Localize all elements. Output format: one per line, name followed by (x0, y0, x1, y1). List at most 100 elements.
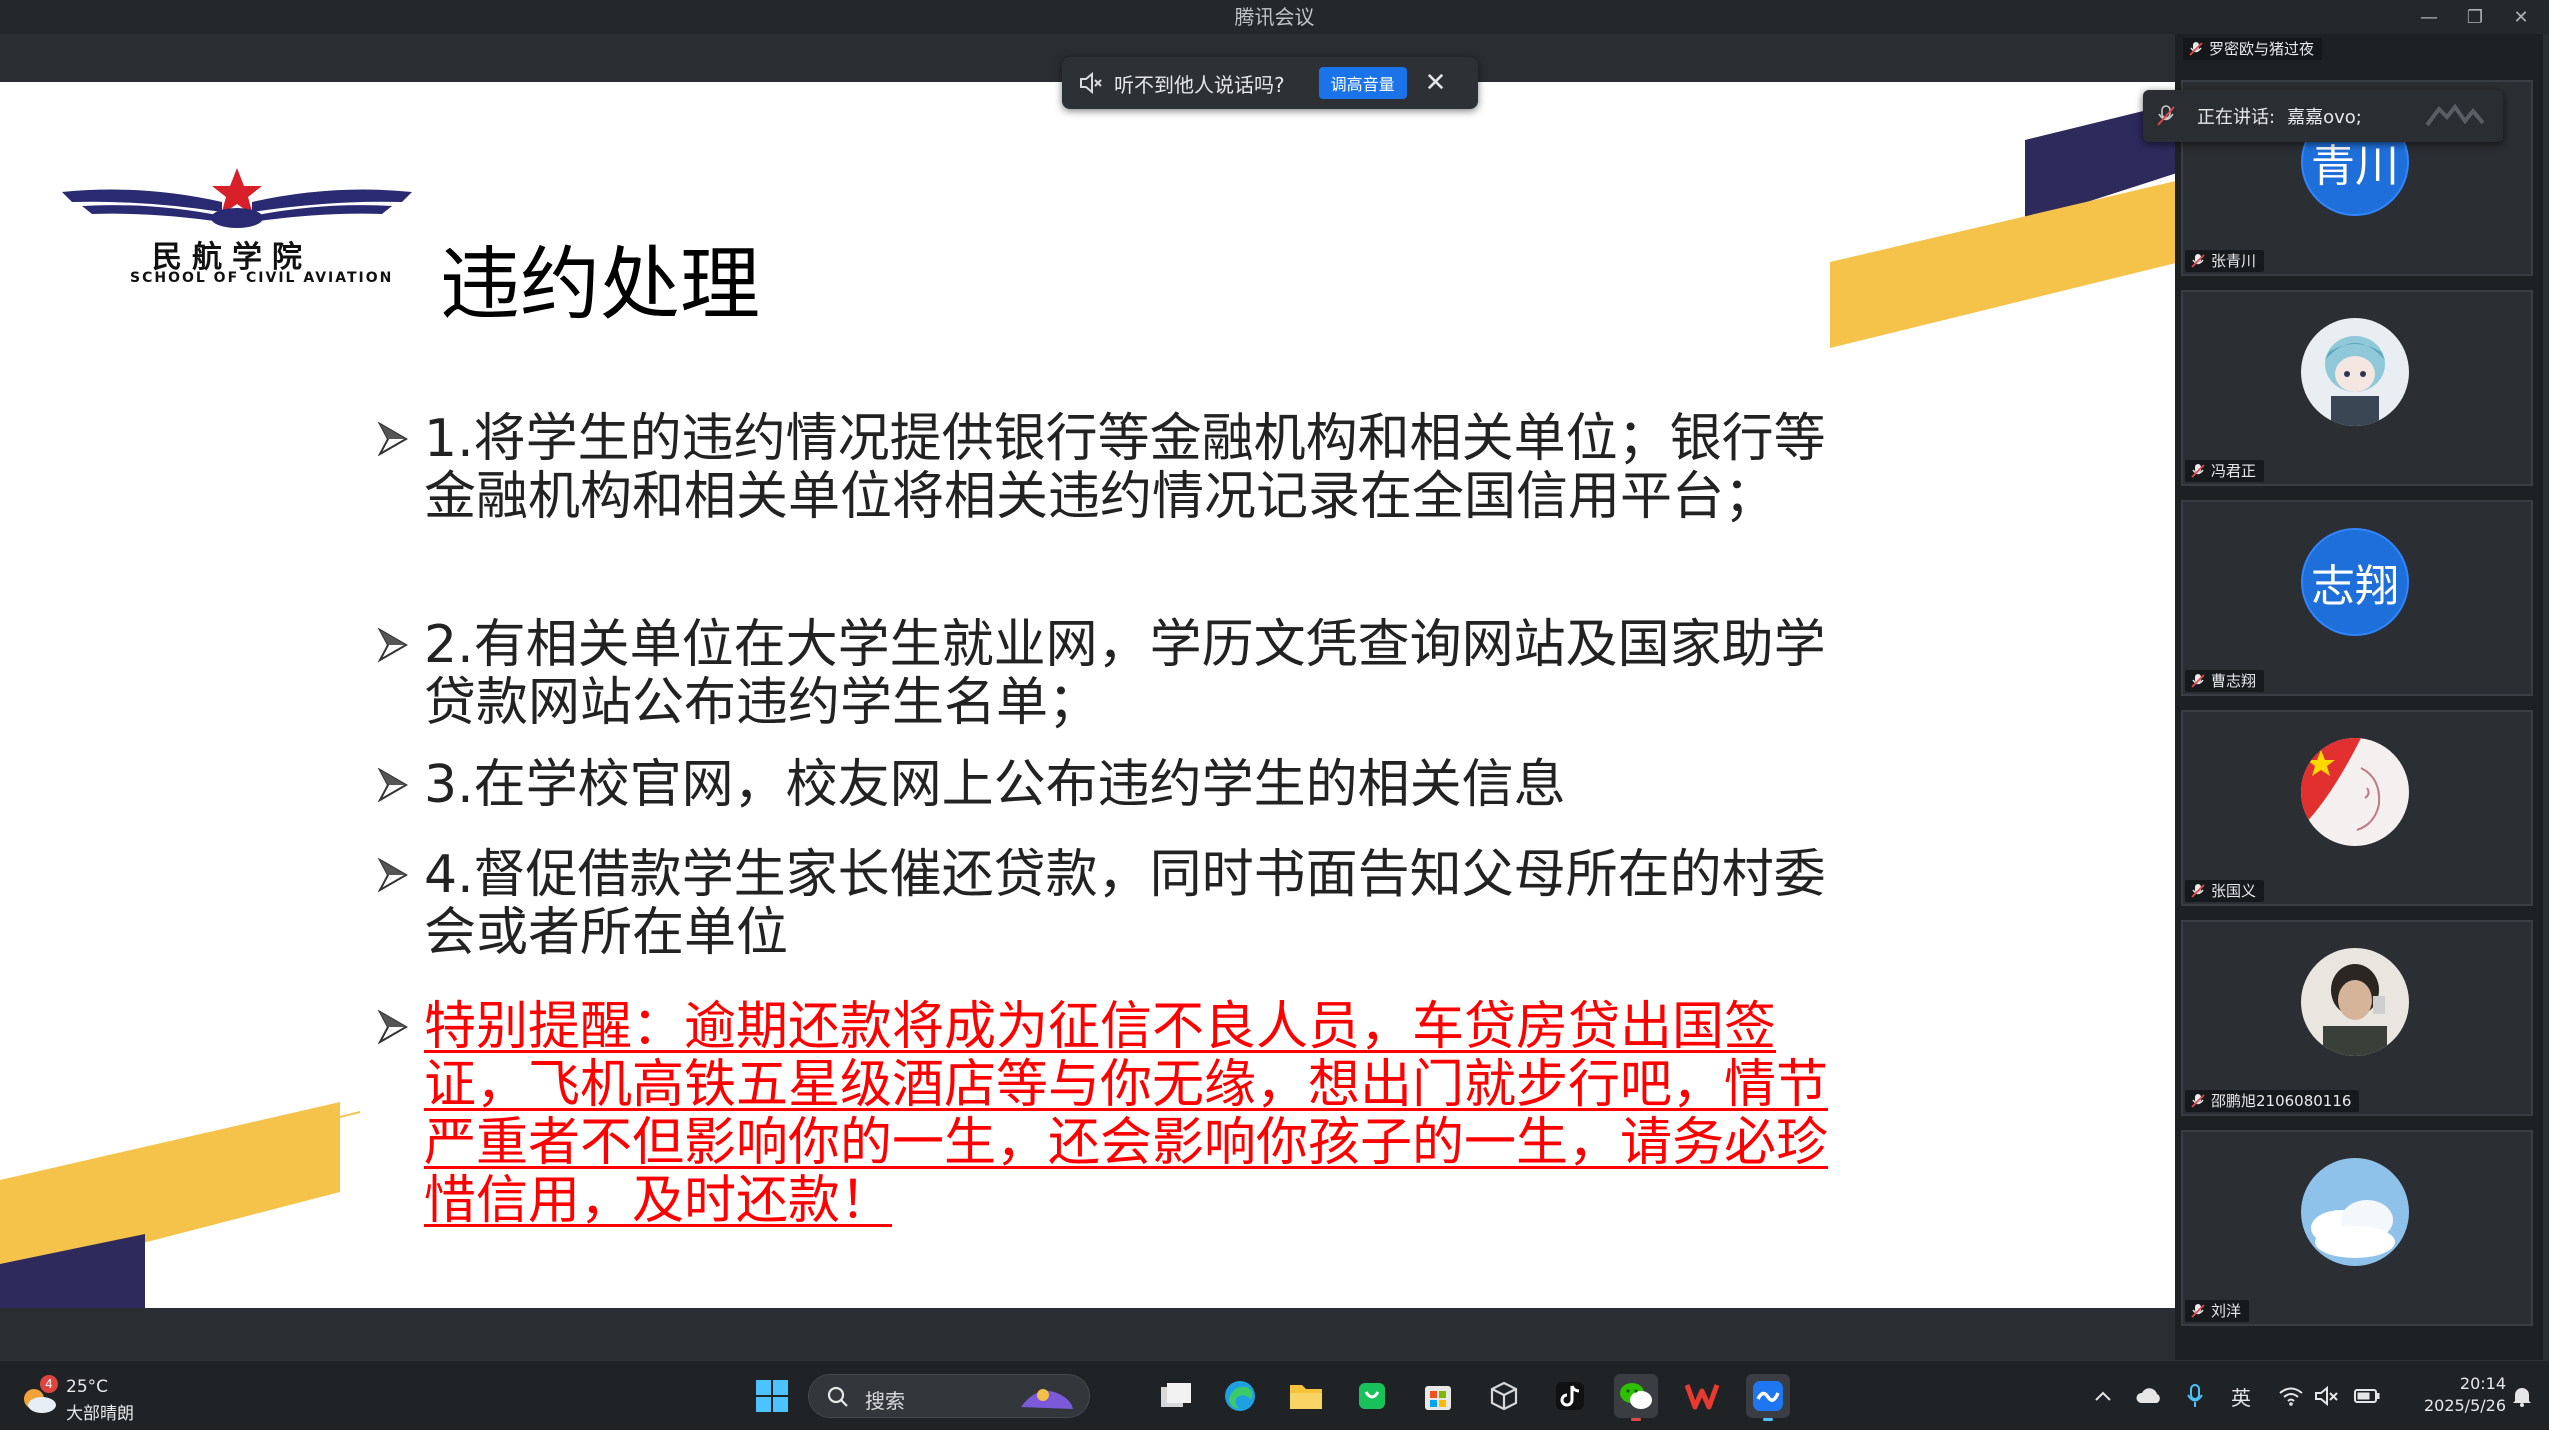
wechat-icon (1620, 1383, 1652, 1409)
participant-name: 刘洋 (2185, 1300, 2250, 1322)
bullet-item: 2.有相关单位在大学生就业网，学历文凭查询网站及国家助学贷款网站公布违约学生名单… (378, 616, 1858, 732)
taskbar-file-explorer[interactable] (1284, 1374, 1328, 1418)
start-button[interactable] (750, 1374, 794, 1418)
input-method-indicator[interactable]: 英 (2226, 1381, 2256, 1411)
bullet-arrow-icon (378, 767, 408, 803)
window-titlebar: 腾讯会议 — ❐ ✕ (0, 0, 2549, 34)
panel-scrollbar[interactable] (2543, 34, 2549, 1360)
participant-tile[interactable]: 志翔 曹志翔 (2181, 500, 2533, 696)
bullet-text: 1.将学生的违约情况提供银行等金融机构和相关单位；银行等金融机构和相关单位将相关… (424, 409, 1826, 527)
participant-tile-partial[interactable]: 罗密欧与猪过夜 (2181, 34, 2533, 64)
tencent-meeting-icon (1753, 1381, 1783, 1411)
restore-button[interactable]: ❐ (2452, 0, 2498, 34)
cube-app-icon (1490, 1381, 1518, 1411)
slide-deco-bottom-left (0, 1102, 360, 1308)
microphone-icon (2187, 1384, 2203, 1407)
system-clock[interactable]: 20:14 2025/5/26 (2396, 1373, 2506, 1417)
cloud-icon (2136, 1388, 2160, 1403)
shared-slide: 民航学院 SCHOOL OF CIVIL AVIATION 违约处理 1.将学生… (0, 82, 2175, 1308)
windows-logo-icon (756, 1380, 788, 1412)
bullet-item: 4.督促借款学生家长催还贷款，同时书面告知父母所在的村委会或者所在单位 (378, 846, 1858, 962)
wings-star-icon (62, 168, 412, 228)
warning-text: 特别提醒：逾期还款将成为征信不良人员，车贷房贷出国签证，飞机高铁五星级酒店等与你… (424, 997, 1829, 1231)
battery-icon (2354, 1389, 2380, 1403)
mic-muted-icon (2189, 42, 2203, 56)
participant-tile[interactable]: 刘洋 (2181, 1130, 2533, 1326)
notice-text: 听不到他人说话吗? (1114, 72, 1285, 97)
speaker-mute-icon (1080, 71, 1102, 95)
warning-bullet: 特别提醒：逾期还款将成为征信不良人员，车贷房贷出国签证，飞机高铁五星级酒店等与你… (378, 998, 1858, 1230)
participant-name: 罗密欧与猪过夜 (2183, 38, 2323, 60)
taskbar-wechat[interactable] (1614, 1374, 1658, 1421)
wps-icon (1685, 1384, 1719, 1410)
search-icon (827, 1386, 848, 1407)
taskbar-search[interactable]: 搜索 (808, 1374, 1090, 1418)
participant-name: 张青川 (2185, 250, 2265, 272)
anime-avatar-icon (2301, 318, 2409, 426)
close-window-button[interactable]: ✕ (2498, 0, 2544, 34)
school-logo: 民航学院 SCHOOL OF CIVIL AVIATION (62, 162, 412, 292)
taskbar-tiktok[interactable] (1548, 1374, 1592, 1418)
logo-english-name: SCHOOL OF CIVIL AVIATION (130, 270, 394, 286)
speaking-label: 正在讲话: (2197, 107, 2276, 128)
weather-badge: 4 (40, 1375, 58, 1393)
edge-browser-icon (1225, 1381, 1255, 1411)
bullet-arrow-icon (378, 627, 408, 663)
participant-tile[interactable]: 冯君正 (2181, 290, 2533, 486)
battery-tray[interactable] (2352, 1381, 2382, 1411)
onedrive-tray[interactable] (2134, 1381, 2164, 1411)
meeting-bottom-strip (0, 1308, 2175, 1360)
task-view-button[interactable] (1154, 1374, 1198, 1418)
mic-muted-icon (2191, 1304, 2205, 1318)
taskbar-green-app[interactable] (1350, 1374, 1394, 1418)
wifi-tray[interactable] (2276, 1381, 2306, 1411)
window-title: 腾讯会议 (1234, 5, 1315, 29)
clock-date: 2025/5/26 (2423, 1396, 2506, 1415)
active-app-indicator (1763, 1418, 1773, 1421)
notification-center-button[interactable] (2508, 1381, 2536, 1411)
wifi-icon (2279, 1387, 2303, 1406)
bullet-text: 3.在学校官网，校友网上公布违约学生的相关信息 (424, 755, 1566, 815)
tiktok-icon (1556, 1382, 1584, 1410)
green-app-icon (1359, 1383, 1385, 1409)
bullet-arrow-icon (378, 421, 408, 457)
bullet-text: 4.督促借款学生家长催还贷款，同时书面告知父母所在的村委会或者所在单位 (424, 845, 1826, 963)
folder-icon (1290, 1385, 1322, 1409)
audio-wave-icon (2425, 103, 2485, 127)
sky-avatar-icon (2301, 1158, 2409, 1266)
raise-volume-button[interactable]: 调高音量 (1318, 67, 1407, 99)
clock-time: 20:14 (2459, 1374, 2506, 1393)
bullet-arrow-icon (378, 1009, 408, 1045)
weather-desc: 大部晴朗 (66, 1404, 134, 1424)
participant-name: 冯君正 (2185, 460, 2265, 482)
store-icon (1425, 1386, 1451, 1410)
search-placeholder: 搜索 (865, 1389, 905, 1413)
taskbar-cube-app[interactable] (1482, 1374, 1526, 1418)
close-notice-button[interactable]: ✕ (1425, 68, 1447, 98)
participant-tile[interactable]: 邵鹏旭2106080116 (2181, 920, 2533, 1116)
speaker-mute-icon (2315, 1386, 2338, 1406)
speaking-indicator: 正在讲话: 嘉嘉ovo; (2143, 90, 2503, 142)
show-hidden-icons-button[interactable] (2090, 1381, 2116, 1411)
microphone-tray[interactable] (2182, 1381, 2208, 1411)
bell-icon (2513, 1388, 2531, 1407)
taskbar-store[interactable] (1416, 1374, 1460, 1418)
taskbar-tencent-meeting[interactable] (1746, 1374, 1790, 1421)
participant-tile[interactable]: 张国义 (2181, 710, 2533, 906)
mic-muted-icon (2157, 105, 2175, 126)
chevron-up-icon (2095, 1391, 2111, 1401)
bullet-item: 3.在学校官网，校友网上公布违约学生的相关信息 (378, 756, 1858, 814)
minimize-button[interactable]: — (2406, 0, 2452, 34)
taskbar-edge[interactable] (1218, 1374, 1262, 1418)
mic-muted-icon (2191, 884, 2205, 898)
mic-muted-icon (2191, 674, 2205, 688)
participant-name: 曹志翔 (2185, 670, 2265, 692)
wechat-notification-indicator (1631, 1418, 1641, 1421)
taskbar-wps[interactable] (1680, 1374, 1724, 1418)
bullet-text: 2.有相关单位在大学生就业网，学历文凭查询网站及国家助学贷款网站公布违约学生名单… (424, 615, 1826, 733)
weather-widget[interactable]: 4 25°C 大部晴朗 (18, 1373, 158, 1424)
mic-muted-icon (2191, 254, 2205, 268)
mic-muted-icon (2191, 464, 2205, 478)
volume-tray[interactable] (2312, 1381, 2342, 1411)
windows-taskbar: 4 25°C 大部晴朗 搜索 英 20:14 2025/5/26 (0, 1360, 2549, 1430)
